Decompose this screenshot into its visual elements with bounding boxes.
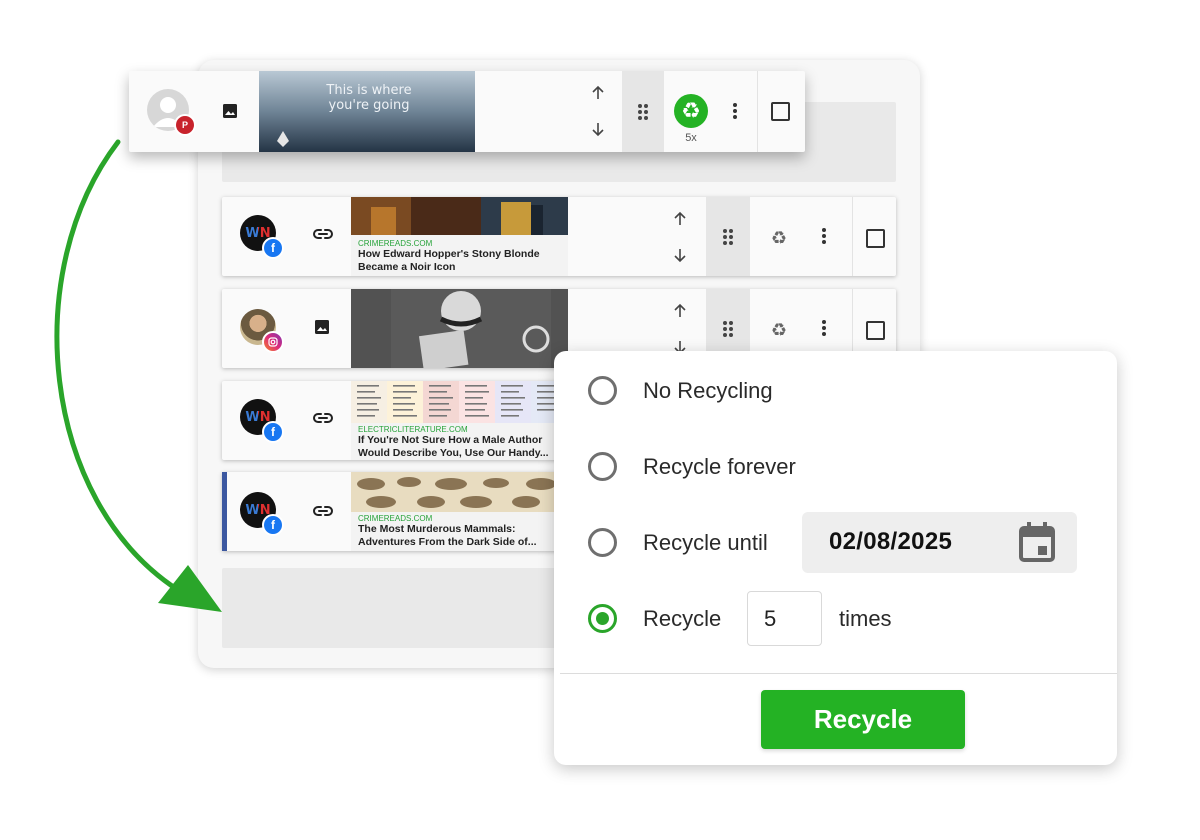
until-date-field[interactable]: 02/08/2025: [802, 512, 1077, 573]
radio-recycle-forever[interactable]: [588, 452, 617, 481]
preview-caption: This is where you're going: [326, 83, 412, 113]
times-suffix: times: [839, 606, 892, 631]
move-arrows[interactable]: [590, 85, 606, 142]
recycle-times-input[interactable]: 5: [747, 591, 822, 646]
radio-recycle-times[interactable]: [588, 604, 617, 633]
option-no-recycling[interactable]: No Recycling: [588, 376, 773, 405]
popup-divider: [560, 673, 1117, 674]
recycle-icon: ♻: [681, 98, 701, 123]
option-label: Recycle forever: [643, 453, 796, 479]
option-recycle-until[interactable]: Recycle until: [588, 528, 768, 557]
post-preview[interactable]: This is where you're going: [259, 71, 475, 152]
option-recycle-forever[interactable]: Recycle forever: [588, 452, 796, 481]
recycle-button[interactable]: Recycle: [761, 690, 965, 749]
more-options-icon[interactable]: [729, 100, 741, 122]
image-icon: [222, 103, 238, 124]
radio-no-recycling[interactable]: [588, 376, 617, 405]
radio-recycle-until[interactable]: [588, 528, 617, 557]
dragged-post[interactable]: P This is where you're going ♻ 5x: [129, 71, 805, 152]
option-label: Recycle until: [643, 529, 768, 555]
option-label: No Recycling: [643, 377, 773, 403]
avatar: P: [147, 89, 196, 136]
recycle-count: 5x: [685, 132, 697, 144]
option-recycle-times[interactable]: Recycle: [588, 604, 721, 633]
recycle-active-button[interactable]: ♻: [674, 94, 708, 128]
until-date-value: 02/08/2025: [829, 528, 953, 555]
select-checkbox[interactable]: [771, 102, 790, 121]
row-divider: [757, 71, 758, 152]
drag-handle[interactable]: [622, 71, 664, 152]
grip-icon: [638, 103, 648, 120]
recycle-popup: No Recycling Recycle forever Recycle unt…: [554, 351, 1117, 765]
option-label: Recycle: [643, 605, 722, 631]
calendar-icon[interactable]: [1019, 522, 1055, 562]
pinterest-badge-icon: P: [174, 114, 196, 136]
